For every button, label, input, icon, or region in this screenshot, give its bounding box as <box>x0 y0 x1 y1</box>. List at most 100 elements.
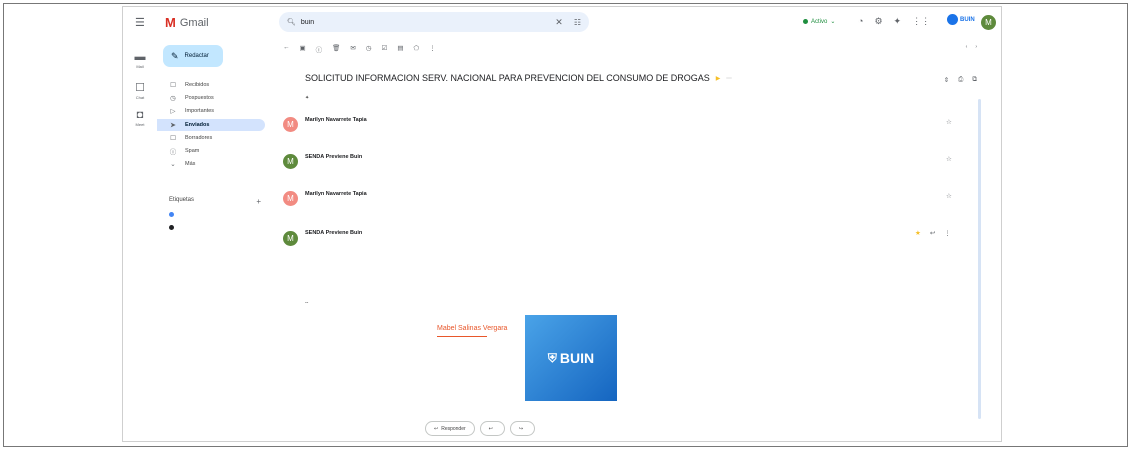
forward-icon: ↪ <box>518 425 524 432</box>
signature-logo-text: BUIN <box>559 350 595 366</box>
subject-text: SOLICITUD INFORMACION SERV. NACIONAL PAR… <box>305 73 710 83</box>
add-task-icon[interactable]: ☑ <box>382 44 388 54</box>
print-icon[interactable]: ⎙ <box>958 76 963 84</box>
signature-name: Mabel Salinas Vergara <box>437 325 508 332</box>
expand-icon[interactable]: ⇕ <box>944 76 949 84</box>
label-icon[interactable]: ⬠ <box>414 44 420 54</box>
prev-icon[interactable]: ‹ <box>966 44 968 50</box>
settings-icon[interactable]: ⚙ <box>874 16 882 27</box>
thread-subject: SOLICITUD INFORMACION SERV. NACIONAL PAR… <box>305 73 733 83</box>
subject-label[interactable] <box>726 77 733 79</box>
label-item[interactable] <box>169 212 261 217</box>
sidebar-item-spam[interactable]: ⓘ Spam <box>157 145 265 157</box>
important-marker-icon[interactable]: ▶ <box>716 75 721 82</box>
collapsed-message[interactable]: M SENDA Previene Buin ☆ <box>283 152 983 182</box>
star-icon[interactable]: ☆ <box>946 118 952 126</box>
forward-button[interactable]: ↪ <box>509 421 536 436</box>
gemini-icon[interactable]: ✦ <box>894 16 902 27</box>
reply-all-icon: ↩ <box>488 425 493 432</box>
snooze-icon: ◷ <box>170 95 176 103</box>
collapsed-message[interactable]: M Marilyn Navarrete Tapia ☆ <box>283 189 983 219</box>
message-sender: Marilyn Navarrete Tapia <box>305 191 367 197</box>
back-arrow-icon[interactable]: ← <box>283 44 290 54</box>
avatar: M <box>283 117 298 132</box>
more-vert-icon[interactable]: ⋮ <box>429 44 436 54</box>
signature-card: Mabel Salinas Vergara <box>425 315 525 401</box>
gmail-window: ☰ M Gmail 🔍︎ ✕ ☷ Activo ⌄ ◔ ⚙ ✦ ⋮⋮ BUIN … <box>122 6 1002 442</box>
compose-button[interactable]: ✎ Redactar <box>163 45 223 67</box>
rail-mail[interactable]: ▬ Mail <box>129 51 151 69</box>
sidebar-item-drafts[interactable]: ☐ Borradores <box>157 132 265 144</box>
reply-all-button[interactable]: ↩ <box>479 421 505 436</box>
thread-view: ← ▣ ⓘ 🗑︎ ✉ ◷ ☑ ▤ ⬠ ⋮ ‹ › SOLICITUD INFOR… <box>275 39 985 437</box>
message-sender: SENDA Previene Buin <box>305 230 363 236</box>
app-name: Gmail <box>179 16 209 29</box>
next-icon[interactable]: › <box>975 44 977 50</box>
collapsed-message[interactable]: M Marilyn Navarrete Tapia ☆ <box>283 115 983 145</box>
sent-icon: ➤ <box>170 121 176 129</box>
archive-icon[interactable]: ▣ <box>300 44 306 54</box>
sidebar-item-important[interactable]: ▷ Importantes <box>157 105 265 117</box>
star-icon[interactable]: ☆ <box>946 192 952 200</box>
signature-divider <box>437 336 487 337</box>
chevron-down-icon: ⌄ <box>170 161 176 169</box>
search-icon[interactable]: 🔍︎ <box>287 18 296 26</box>
sidebar-item-label: Borradores <box>185 134 213 141</box>
compose-label: Redactar <box>184 53 209 59</box>
account-avatar[interactable]: M <box>981 15 996 30</box>
search-input[interactable] <box>300 18 531 26</box>
reply-button[interactable]: ↩ Responder <box>425 421 475 436</box>
sidebar-item-label: Recibidos <box>185 82 210 88</box>
mark-unread-icon[interactable]: ✉ <box>350 44 355 54</box>
scrollbar[interactable] <box>978 99 981 419</box>
rail-chat-label: Chat <box>135 95 145 100</box>
chevron-down-icon: ⌄ <box>830 19 836 25</box>
sidebar-item-inbox[interactable]: ☐ Recibidos <box>157 79 265 91</box>
reply-icon[interactable]: ↩ <box>930 229 935 237</box>
inbox-icon: ☐ <box>170 82 176 89</box>
move-to-icon[interactable]: ▤ <box>397 44 403 54</box>
org-logo: BUIN <box>947 14 975 25</box>
summarize-button[interactable]: ✦ <box>305 95 313 101</box>
label-item[interactable] <box>169 225 261 230</box>
open-new-window-icon[interactable]: ⧉ <box>972 76 977 84</box>
help-icon[interactable]: ◔ <box>858 16 863 27</box>
rail-meet[interactable]: ◘ Meet <box>129 109 151 127</box>
star-icon[interactable]: ☆ <box>946 155 952 163</box>
sidebar-item-label: Importantes <box>185 108 215 115</box>
search-options-icon[interactable]: ☷ <box>574 18 581 27</box>
sidebar-item-sent[interactable]: ➤ Enviados <box>157 118 265 131</box>
sidebar-item-more[interactable]: ⌄ Más <box>157 158 265 170</box>
signature-dashes: -- <box>305 300 309 306</box>
label-color-icon <box>169 225 174 230</box>
sparkle-icon: ✦ <box>305 95 310 101</box>
star-icon[interactable]: ★ <box>915 229 921 237</box>
gmail-logo[interactable]: M Gmail <box>165 15 209 30</box>
status-indicator[interactable]: Activo ⌄ <box>803 18 835 25</box>
important-icon: ▷ <box>170 108 176 116</box>
add-label-icon[interactable]: + <box>256 197 261 206</box>
rail-chat[interactable]: ☐ Chat <box>129 81 151 100</box>
message-sender: Marilyn Navarrete Tapia <box>305 117 367 123</box>
sidebar-item-snoozed[interactable]: ◷ Pospuestos <box>157 92 265 104</box>
reply-label: Responder <box>441 425 466 432</box>
subject-actions: ⇕ ⎙ ⧉ <box>944 76 977 84</box>
avatar: M <box>283 191 298 206</box>
sidebar-item-label: Pospuestos <box>185 95 214 102</box>
org-logo-text: BUIN <box>960 16 975 23</box>
gmail-m-icon: M <box>165 15 176 30</box>
rail-meet-label: Meet <box>135 122 145 127</box>
report-spam-icon[interactable]: ⓘ <box>316 44 323 54</box>
clear-search-icon[interactable]: ✕ <box>555 17 563 28</box>
thread-toolbar: ← ▣ ⓘ 🗑︎ ✉ ◷ ☑ ▤ ⬠ ⋮ <box>283 44 436 54</box>
search-bar[interactable]: 🔍︎ ✕ ☷ <box>279 12 589 32</box>
apps-icon[interactable]: ⋮⋮ <box>912 16 930 27</box>
more-vert-icon[interactable]: ⋮ <box>944 229 951 237</box>
chat-icon: ☐ <box>135 82 145 94</box>
sidebar-item-label: Más <box>185 161 196 168</box>
snooze-icon[interactable]: ◷ <box>366 44 372 54</box>
top-bar: ☰ M Gmail 🔍︎ ✕ ☷ Activo ⌄ ◔ ⚙ ✦ ⋮⋮ BUIN … <box>123 7 1001 37</box>
status-label: Activo <box>811 18 828 25</box>
delete-icon[interactable]: 🗑︎ <box>332 44 340 54</box>
reply-actions: ↩ Responder ↩ ↪ <box>425 421 536 436</box>
